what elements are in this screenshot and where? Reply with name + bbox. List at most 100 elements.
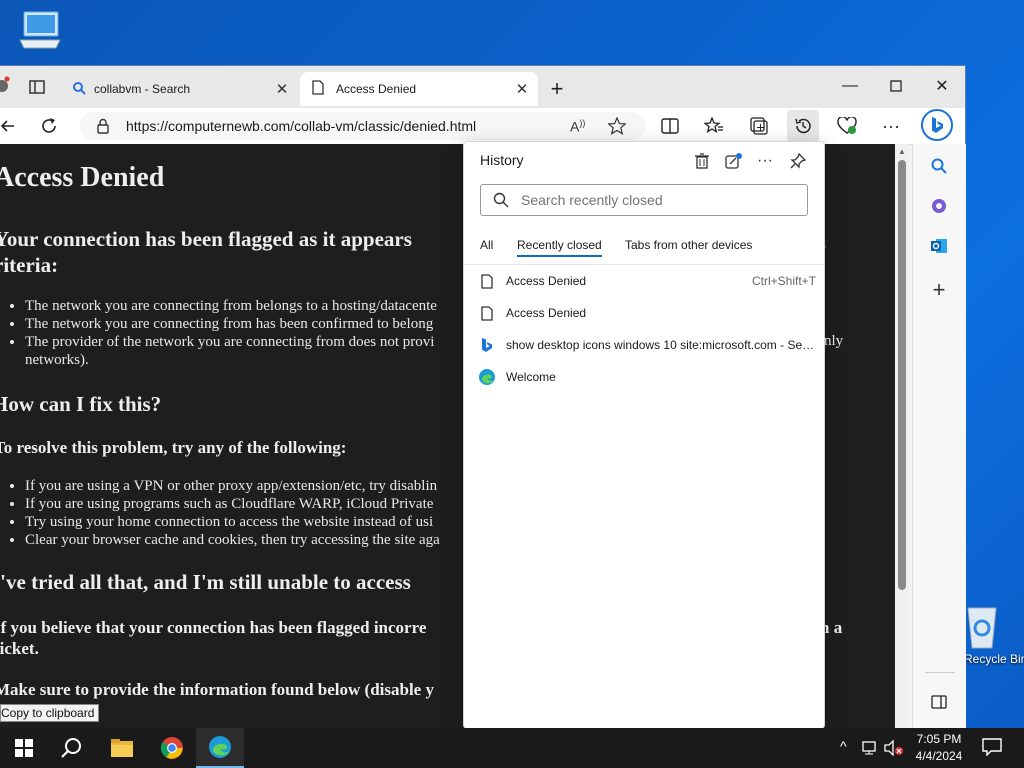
close-tab-icon[interactable]: ✕ bbox=[512, 80, 532, 98]
history-item-shortcut: Ctrl+Shift+T bbox=[751, 274, 816, 288]
close-tab-icon[interactable]: ✕ bbox=[272, 80, 292, 98]
read-aloud-icon[interactable]: A)) bbox=[570, 118, 585, 135]
favorite-star-icon[interactable] bbox=[607, 116, 627, 140]
edge-sidebar: + bbox=[912, 144, 966, 728]
file-explorer-icon[interactable] bbox=[98, 728, 146, 768]
back-button[interactable] bbox=[0, 112, 22, 140]
tab-all[interactable]: All bbox=[480, 238, 493, 252]
reasons-tail: nly bbox=[824, 333, 844, 349]
this-pc-desktop-icon[interactable] bbox=[14, 10, 66, 68]
profile-icon[interactable] bbox=[0, 76, 10, 96]
tab-bar: collabvm - Search ✕ Access Denied ✕ + — … bbox=[0, 66, 965, 108]
recycle-bin-icon bbox=[967, 607, 997, 649]
volume-muted-icon[interactable] bbox=[884, 739, 904, 759]
recycle-bin-label: Recycle Bin bbox=[964, 652, 1024, 666]
history-item-label: Access Denied bbox=[506, 274, 587, 288]
collections-icon[interactable] bbox=[745, 112, 773, 140]
list-item: If you are using programs such as Cloudf… bbox=[25, 495, 440, 513]
tab-label: Access Denied bbox=[336, 82, 417, 96]
history-item[interactable]: Access Denied bbox=[478, 299, 818, 327]
edge-taskbar-icon[interactable] bbox=[196, 728, 244, 768]
list-item: The provider of the network you are conn… bbox=[25, 333, 437, 351]
tab-collabvm-search[interactable]: collabvm - Search ✕ bbox=[62, 72, 298, 106]
favorites-icon[interactable] bbox=[700, 112, 728, 140]
scrollbar-thumb[interactable] bbox=[898, 160, 906, 590]
list-item: The network you are connecting from has … bbox=[25, 315, 437, 333]
fix-heading: How can I fix this? bbox=[0, 392, 162, 416]
history-search-input[interactable] bbox=[519, 191, 783, 209]
clock-time: 7:05 PM bbox=[916, 732, 962, 746]
clock-date: 4/4/2024 bbox=[915, 749, 963, 763]
search-icon bbox=[72, 81, 86, 98]
reasons-list: The network you are connecting from belo… bbox=[0, 297, 437, 369]
history-item-label: show desktop icons windows 10 site:micro… bbox=[506, 338, 818, 352]
sidebar-search-icon[interactable] bbox=[925, 152, 953, 180]
bing-icon bbox=[478, 336, 496, 354]
page-scrollbar[interactable]: ▲ bbox=[895, 144, 909, 728]
page-icon bbox=[312, 80, 324, 98]
hide-sidebar-icon[interactable] bbox=[925, 688, 953, 716]
list-item: The network you are connecting from belo… bbox=[25, 297, 437, 315]
edge-icon bbox=[478, 368, 496, 386]
copy-to-clipboard-button[interactable]: Copy to clipboard bbox=[0, 704, 100, 722]
search-taskbar-icon[interactable] bbox=[48, 728, 96, 768]
show-hidden-icons-chevron-icon[interactable]: ^ bbox=[840, 738, 847, 754]
list-item-continuation: networks). bbox=[25, 352, 89, 368]
network-icon[interactable] bbox=[862, 740, 880, 759]
chrome-icon[interactable] bbox=[148, 728, 196, 768]
action-center-icon[interactable] bbox=[982, 738, 1002, 759]
refresh-button[interactable] bbox=[35, 112, 63, 140]
history-item[interactable]: Welcome bbox=[478, 363, 818, 391]
recycle-bin-desktop-icon[interactable]: Recycle Bin bbox=[958, 600, 1024, 670]
taskbar: ^ 7:05 PM 4/4/2024 bbox=[0, 728, 1024, 768]
fixes-list: If you are using a VPN or other proxy ap… bbox=[0, 477, 440, 549]
address-bar[interactable]: https://computernewb.com/collab-vm/class… bbox=[80, 112, 646, 140]
history-item[interactable]: Access Denied Ctrl+Shift+T bbox=[478, 267, 818, 295]
close-window-button[interactable]: ✕ bbox=[919, 66, 965, 106]
open-history-page-icon[interactable] bbox=[720, 148, 748, 174]
list-item: Try using your home connection to access… bbox=[25, 513, 440, 531]
history-panel: History ··· All Recently closed Tabs fro… bbox=[463, 141, 825, 729]
computer-icon bbox=[19, 11, 61, 49]
history-item-label: Access Denied bbox=[506, 306, 587, 320]
bing-copilot-icon[interactable] bbox=[921, 109, 953, 141]
maximize-button[interactable] bbox=[873, 66, 919, 106]
history-item[interactable]: show desktop icons windows 10 site:micro… bbox=[478, 331, 818, 359]
believe-heading: If you believe that your connection has … bbox=[0, 618, 427, 637]
history-title: History bbox=[480, 152, 524, 168]
history-search-field[interactable] bbox=[480, 184, 808, 216]
navigation-toolbar: https://computernewb.com/collab-vm/class… bbox=[0, 108, 965, 145]
believe-heading-line2: ticket. bbox=[0, 639, 39, 658]
tab-other-devices[interactable]: Tabs from other devices bbox=[625, 238, 752, 252]
add-sidebar-app-button[interactable]: + bbox=[925, 276, 953, 304]
page-icon bbox=[478, 304, 496, 322]
tab-access-denied[interactable]: Access Denied ✕ bbox=[300, 72, 538, 106]
tab-actions-icon[interactable] bbox=[24, 76, 50, 98]
list-item: If you are using a VPN or other proxy ap… bbox=[25, 477, 440, 495]
flagged-heading-line2: riteria: bbox=[0, 253, 59, 277]
page-icon bbox=[478, 272, 496, 290]
tab-recently-closed[interactable]: Recently closed bbox=[517, 238, 602, 257]
minimize-button[interactable]: — bbox=[827, 66, 873, 106]
make-sure-heading: Make sure to provide the information fou… bbox=[0, 680, 434, 699]
tab-label: collabvm - Search bbox=[94, 82, 191, 96]
pin-icon[interactable] bbox=[784, 148, 812, 174]
resolve-heading: To resolve this problem, try any of the … bbox=[0, 438, 347, 457]
split-screen-icon[interactable] bbox=[656, 112, 684, 140]
browser-essentials-icon[interactable] bbox=[833, 112, 861, 140]
history-item-label: Welcome bbox=[506, 370, 556, 384]
more-options-icon[interactable]: ··· bbox=[751, 148, 779, 174]
new-tab-button[interactable]: + bbox=[544, 76, 570, 102]
settings-more-icon[interactable]: ··· bbox=[877, 112, 905, 140]
page-heading: Access Denied bbox=[0, 162, 165, 193]
history-button[interactable] bbox=[787, 110, 819, 142]
delete-history-icon[interactable] bbox=[688, 148, 716, 174]
start-button[interactable] bbox=[0, 728, 48, 768]
sidebar-copilot-icon[interactable] bbox=[925, 192, 953, 220]
outlook-icon[interactable] bbox=[925, 232, 953, 260]
flagged-heading: Your connection has been flagged as it a… bbox=[0, 227, 412, 251]
still-unable-heading: I've tried all that, and I'm still unabl… bbox=[0, 570, 411, 594]
search-icon bbox=[493, 192, 509, 208]
lock-icon[interactable] bbox=[96, 118, 110, 139]
clock[interactable]: 7:05 PM 4/4/2024 bbox=[906, 731, 972, 765]
